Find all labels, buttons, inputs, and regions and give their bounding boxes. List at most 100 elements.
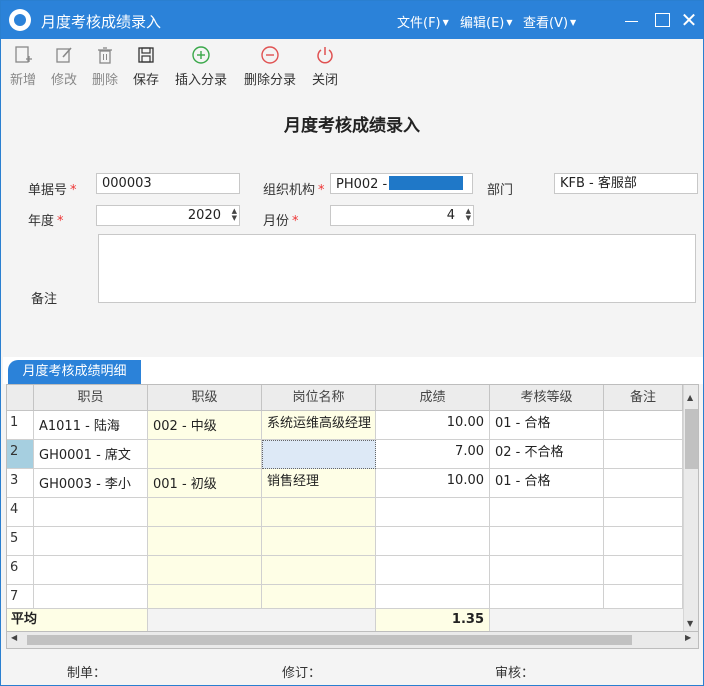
cell-grade[interactable] — [490, 498, 604, 527]
cell-grade[interactable]: 01 - 合格 — [490, 411, 604, 440]
row-number[interactable]: 3 — [7, 469, 34, 498]
col-header-level[interactable]: 职级 — [148, 385, 262, 411]
month-label: 月份 * — [263, 214, 299, 229]
insert-entry-button[interactable]: 插入分录 — [173, 45, 229, 88]
doc-no-label: 单据号 * — [28, 183, 77, 198]
cell-employee[interactable] — [34, 585, 148, 609]
cell-level[interactable]: 002 - 中级 — [148, 411, 262, 440]
cell-remark[interactable] — [604, 556, 683, 585]
cell-post[interactable] — [262, 556, 376, 585]
auditor-label: 审核： — [495, 666, 535, 681]
plus-circle-icon — [192, 46, 210, 64]
power-icon — [317, 47, 333, 64]
grid-corner[interactable] — [7, 385, 34, 411]
remark-label: 备注 — [31, 292, 58, 307]
cell-post[interactable]: 销售经理 — [262, 469, 376, 498]
cell-score[interactable] — [376, 585, 490, 609]
scroll-up-icon[interactable]: ▲ — [687, 393, 693, 402]
app-window: 月度考核成绩录入 文件(F) ▼ 编辑(E) ▼ 查看(V) ▼ ✕ 新增 修改 删除… — [0, 0, 704, 686]
horizontal-scroll-thumb[interactable] — [27, 635, 632, 645]
org-field[interactable]: PH002 - — [330, 173, 473, 194]
vertical-scroll-thumb[interactable] — [685, 409, 698, 469]
modify-button[interactable]: 修改 — [50, 45, 78, 88]
cell-level[interactable] — [148, 585, 262, 609]
save-button[interactable]: 保存 — [132, 45, 160, 88]
cell-grade[interactable]: 01 - 合格 — [490, 469, 604, 498]
delete-entry-button[interactable]: 删除分录 — [242, 45, 298, 88]
month-stepper[interactable]: 4 ▲ ▼ — [330, 205, 474, 226]
cell-remark[interactable] — [604, 411, 683, 440]
cell-level[interactable] — [148, 440, 262, 469]
cell-post[interactable]: 系统运维高级经理 — [262, 411, 376, 440]
cell-employee[interactable] — [34, 527, 148, 556]
cell-score[interactable] — [376, 556, 490, 585]
col-header-grade[interactable]: 考核等级 — [490, 385, 604, 411]
cell-employee[interactable]: A1011 - 陆海 — [34, 411, 148, 440]
col-header-remark[interactable]: 备注 — [604, 385, 683, 411]
cell-grade[interactable] — [490, 556, 604, 585]
cell-grade[interactable] — [490, 585, 604, 609]
trash-icon — [98, 47, 112, 64]
row-number[interactable]: 5 — [7, 527, 34, 556]
cell-remark[interactable] — [604, 469, 683, 498]
cell-level[interactable] — [148, 527, 262, 556]
scroll-left-icon[interactable]: ◀ — [11, 633, 17, 642]
cell-post-editing[interactable] — [262, 440, 376, 469]
col-header-employee[interactable]: 职员 — [34, 385, 148, 411]
caret-down-icon: ▼ — [442, 18, 449, 27]
cell-grade[interactable]: 02 - 不合格 — [490, 440, 604, 469]
maximize-button[interactable] — [651, 9, 673, 31]
cell-employee[interactable]: GH0003 - 李小 — [34, 469, 148, 498]
caret-down-icon: ▼ — [506, 18, 513, 27]
cell-post[interactable] — [262, 527, 376, 556]
horizontal-scrollbar[interactable]: ◀ ▶ — [6, 632, 699, 649]
row-number[interactable]: 6 — [7, 556, 34, 585]
spin-arrows-icon[interactable]: ▲ ▼ — [463, 208, 471, 222]
cell-employee[interactable] — [34, 498, 148, 527]
new-button[interactable]: 新增 — [9, 45, 37, 88]
cell-level[interactable] — [148, 556, 262, 585]
cell-score[interactable] — [376, 527, 490, 556]
menu-file[interactable]: 文件(F) ▼ — [397, 12, 449, 31]
close-button[interactable]: 关闭 — [311, 45, 339, 88]
cell-remark[interactable] — [604, 498, 683, 527]
row-number[interactable]: 4 — [7, 498, 34, 527]
cell-employee[interactable] — [34, 556, 148, 585]
spin-arrows-icon[interactable]: ▲ ▼ — [229, 208, 237, 222]
footer-blank — [148, 609, 376, 631]
doc-no-field[interactable]: 000003 — [96, 173, 240, 194]
cell-score[interactable]: 10.00 — [376, 469, 490, 498]
caret-down-icon: ▼ — [570, 18, 577, 27]
row-number[interactable]: 1 — [7, 411, 34, 440]
cell-remark[interactable] — [604, 440, 683, 469]
vertical-scrollbar[interactable]: ▲ ▼ — [683, 385, 698, 631]
row-number[interactable]: 7 — [7, 585, 34, 609]
minimize-button[interactable] — [621, 9, 643, 31]
tab-detail[interactable]: 月度考核成绩明细 — [8, 360, 141, 384]
close-window-button[interactable]: ✕ — [678, 9, 700, 31]
cell-post[interactable] — [262, 498, 376, 527]
cell-level[interactable]: 001 - 初级 — [148, 469, 262, 498]
year-stepper[interactable]: 2020 ▲ ▼ — [96, 205, 240, 226]
cell-remark[interactable] — [604, 585, 683, 609]
scroll-down-icon[interactable]: ▼ — [687, 619, 693, 628]
cell-remark[interactable] — [604, 527, 683, 556]
col-header-score[interactable]: 成绩 — [376, 385, 490, 411]
footer-blank — [490, 609, 683, 631]
cell-employee[interactable]: GH0001 - 席文 — [34, 440, 148, 469]
row-number[interactable]: 2 — [7, 440, 34, 469]
cell-post[interactable] — [262, 585, 376, 609]
delete-button[interactable]: 删除 — [91, 45, 119, 88]
menu-view[interactable]: 查看(V) ▼ — [523, 12, 576, 31]
dept-field[interactable]: KFB - 客服部 — [554, 173, 698, 194]
cell-grade[interactable] — [490, 527, 604, 556]
col-header-post[interactable]: 岗位名称 — [262, 385, 376, 411]
cell-score[interactable]: 7.00 — [376, 440, 490, 469]
remark-textarea[interactable] — [98, 234, 696, 303]
cell-score[interactable]: 10.00 — [376, 411, 490, 440]
scroll-right-icon[interactable]: ▶ — [685, 633, 691, 642]
title-bar: 月度考核成绩录入 文件(F) ▼ 编辑(E) ▼ 查看(V) ▼ ✕ — [1, 1, 703, 39]
menu-edit[interactable]: 编辑(E) ▼ — [460, 12, 513, 31]
cell-level[interactable] — [148, 498, 262, 527]
cell-score[interactable] — [376, 498, 490, 527]
